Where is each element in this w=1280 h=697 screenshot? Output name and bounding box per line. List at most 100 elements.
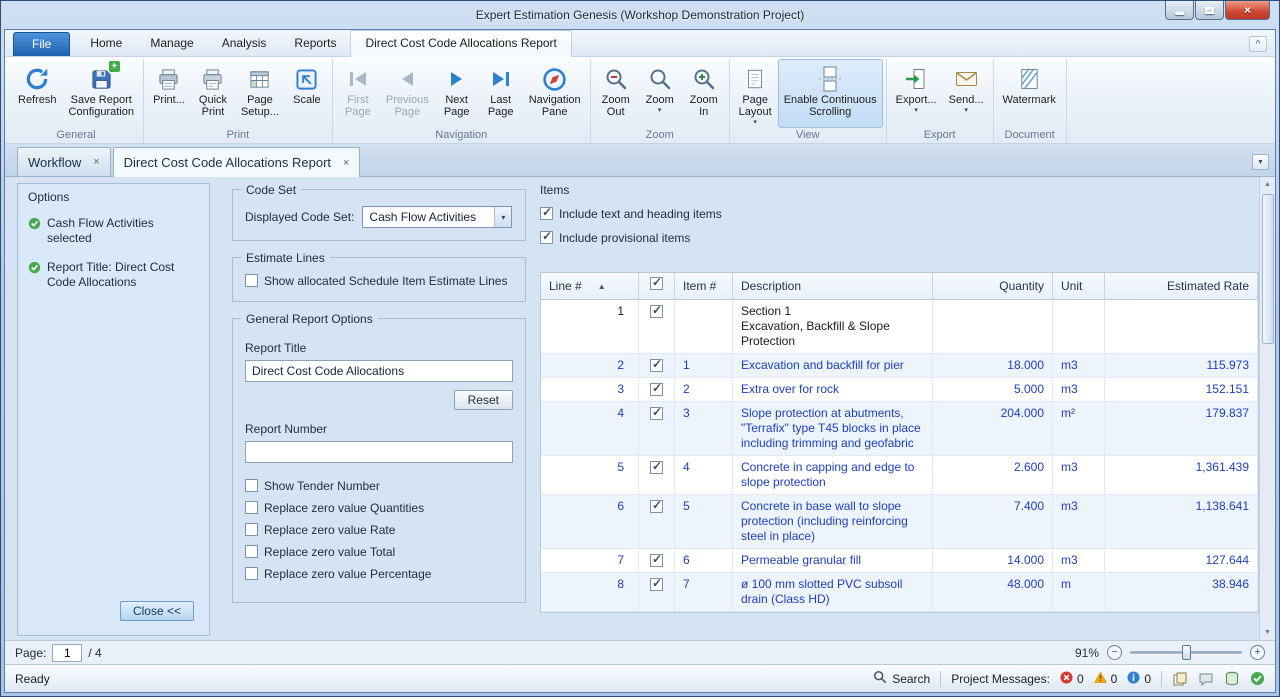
- tab-direct-cost-code-allocations-report[interactable]: Direct Cost Code Allocations Report ×: [113, 147, 361, 177]
- scale-button[interactable]: Scale: [285, 59, 329, 128]
- vertical-scrollbar[interactable]: ▲ ▼: [1259, 177, 1275, 640]
- row-checkbox[interactable]: [650, 383, 663, 396]
- collapse-ribbon-button[interactable]: ^: [1249, 36, 1267, 52]
- enable-continuous-scrolling-button[interactable]: Enable Continuous Scrolling: [778, 59, 883, 128]
- send-button[interactable]: Send... ▾: [943, 59, 990, 128]
- cell-selected[interactable]: [639, 456, 675, 495]
- report-title-input[interactable]: [245, 360, 513, 382]
- save-report-configuration-button[interactable]: + Save Report Configuration: [63, 59, 140, 128]
- table-row[interactable]: 54Concrete in capping and edge to slope …: [541, 456, 1258, 495]
- cell-selected[interactable]: [639, 549, 675, 573]
- scroll-down-button[interactable]: ▼: [1260, 625, 1275, 640]
- scroll-up-button[interactable]: ▲: [1260, 177, 1275, 192]
- replace-zero-percentage-checkbox[interactable]: Replace zero value Percentage: [245, 567, 513, 582]
- cell-selected[interactable]: [639, 378, 675, 402]
- table-row[interactable]: 32Extra over for rock5.000m3152.151: [541, 378, 1258, 402]
- table-row[interactable]: 65Concrete in base wall to slope protect…: [541, 495, 1258, 549]
- cell-selected[interactable]: [639, 495, 675, 549]
- row-checkbox[interactable]: [650, 305, 663, 318]
- watermark-button[interactable]: Watermark: [997, 59, 1062, 128]
- table-row[interactable]: 87ø 100 mm slotted PVC subsoil drain (Cl…: [541, 573, 1258, 612]
- last-page-button[interactable]: Last Page: [479, 59, 523, 128]
- maximize-button[interactable]: [1195, 1, 1224, 20]
- zoom-icon: [648, 64, 672, 94]
- navigation-pane-button[interactable]: Navigation Pane: [523, 59, 587, 128]
- row-checkbox[interactable]: [650, 500, 663, 513]
- error-messages-indicator[interactable]: 0: [1060, 671, 1084, 687]
- zoom-slider[interactable]: [1130, 645, 1242, 660]
- show-tender-number-checkbox[interactable]: Show Tender Number: [245, 479, 513, 494]
- warning-messages-indicator[interactable]: 0: [1094, 671, 1118, 687]
- title-bar[interactable]: Expert Estimation Genesis (Workshop Demo…: [4, 1, 1276, 29]
- show-allocated-estimate-lines-checkbox[interactable]: Show allocated Schedule Item Estimate Li…: [245, 274, 513, 289]
- chevron-down-icon[interactable]: ▾: [494, 207, 511, 227]
- column-header-description[interactable]: Description: [733, 273, 933, 300]
- info-messages-indicator[interactable]: 0: [1127, 671, 1151, 687]
- cell-selected[interactable]: [639, 402, 675, 456]
- zoom-in-slider-button[interactable]: +: [1250, 645, 1265, 660]
- export-button[interactable]: Export... ▾: [890, 59, 943, 128]
- tab-home[interactable]: Home: [76, 31, 136, 56]
- cell-selected[interactable]: [639, 300, 675, 354]
- zoom-button[interactable]: Zoom ▾: [638, 59, 682, 128]
- caret-glyph: ▾: [501, 213, 505, 222]
- zoom-in-button[interactable]: Zoom In: [682, 59, 726, 128]
- tab-manage[interactable]: Manage: [136, 31, 207, 56]
- column-header-select-all[interactable]: [639, 273, 675, 300]
- row-checkbox[interactable]: [650, 407, 663, 420]
- select-all-checkbox[interactable]: [650, 277, 663, 290]
- tab-file[interactable]: File: [13, 32, 70, 56]
- include-provisional-items-checkbox[interactable]: Include provisional items: [540, 231, 1259, 246]
- close-panel-button[interactable]: Close <<: [120, 601, 194, 621]
- tab-reports[interactable]: Reports: [280, 31, 350, 56]
- tab-workflow[interactable]: Workflow ×: [17, 147, 111, 176]
- close-button[interactable]: ×: [1225, 1, 1270, 20]
- close-tab-icon[interactable]: ×: [93, 156, 99, 168]
- reset-button[interactable]: Reset: [454, 390, 513, 410]
- print-button[interactable]: Print...: [147, 59, 191, 128]
- include-text-heading-items-checkbox[interactable]: Include text and heading items: [540, 207, 1259, 222]
- database-button[interactable]: [1224, 671, 1240, 687]
- table-row[interactable]: 43Slope protection at abutments, "Terraf…: [541, 402, 1258, 456]
- previous-page-button[interactable]: Previous Page: [380, 59, 435, 128]
- replace-zero-rate-checkbox[interactable]: Replace zero value Rate: [245, 523, 513, 538]
- tab-analysis[interactable]: Analysis: [208, 31, 281, 56]
- first-page-button[interactable]: First Page: [336, 59, 380, 128]
- table-row[interactable]: 21Excavation and backfill for pier18.000…: [541, 354, 1258, 378]
- column-header-unit[interactable]: Unit: [1053, 273, 1105, 300]
- replace-zero-quantities-checkbox[interactable]: Replace zero value Quantities: [245, 501, 513, 516]
- close-tab-icon[interactable]: ×: [343, 157, 349, 169]
- row-checkbox[interactable]: [650, 554, 663, 567]
- quick-print-button[interactable]: Quick Print: [191, 59, 235, 128]
- displayed-code-set-combobox[interactable]: Cash Flow Activities ▾: [362, 206, 512, 228]
- tab-list-button[interactable]: ▼: [1252, 154, 1269, 170]
- minimize-button[interactable]: [1165, 1, 1194, 20]
- scrollbar-thumb[interactable]: [1262, 194, 1274, 344]
- tab-report-context[interactable]: Direct Cost Code Allocations Report: [350, 30, 571, 57]
- table-row[interactable]: 76Permeable granular fill14.000m3127.644: [541, 549, 1258, 573]
- column-header-item-number[interactable]: Item #: [675, 273, 733, 300]
- row-checkbox[interactable]: [650, 461, 663, 474]
- page-layout-button[interactable]: Page Layout ▾: [733, 59, 778, 128]
- cell-selected[interactable]: [639, 354, 675, 378]
- zoom-slider-thumb[interactable]: [1182, 645, 1191, 660]
- row-checkbox[interactable]: [650, 359, 663, 372]
- page-number-input[interactable]: [52, 644, 82, 662]
- page-setup-button[interactable]: Page Setup...: [235, 59, 285, 128]
- cell-selected[interactable]: [639, 573, 675, 612]
- replace-zero-total-checkbox[interactable]: Replace zero value Total: [245, 545, 513, 560]
- column-header-quantity[interactable]: Quantity: [933, 273, 1053, 300]
- first-page-icon: [347, 64, 369, 94]
- column-header-estimated-rate[interactable]: Estimated Rate: [1105, 273, 1258, 300]
- comments-button[interactable]: [1198, 671, 1214, 687]
- zoom-out-slider-button[interactable]: −: [1107, 645, 1122, 660]
- table-row[interactable]: 1Section 1 Excavation, Backfill & Slope …: [541, 300, 1258, 354]
- next-page-button[interactable]: Next Page: [435, 59, 479, 128]
- report-number-input[interactable]: [245, 441, 513, 463]
- refresh-button[interactable]: Refresh: [12, 59, 63, 128]
- row-checkbox[interactable]: [650, 578, 663, 591]
- column-header-line-number[interactable]: Line # ▲: [541, 273, 639, 300]
- files-button[interactable]: [1172, 671, 1188, 687]
- search-button[interactable]: Search: [873, 670, 930, 687]
- zoom-out-button[interactable]: Zoom Out: [594, 59, 638, 128]
